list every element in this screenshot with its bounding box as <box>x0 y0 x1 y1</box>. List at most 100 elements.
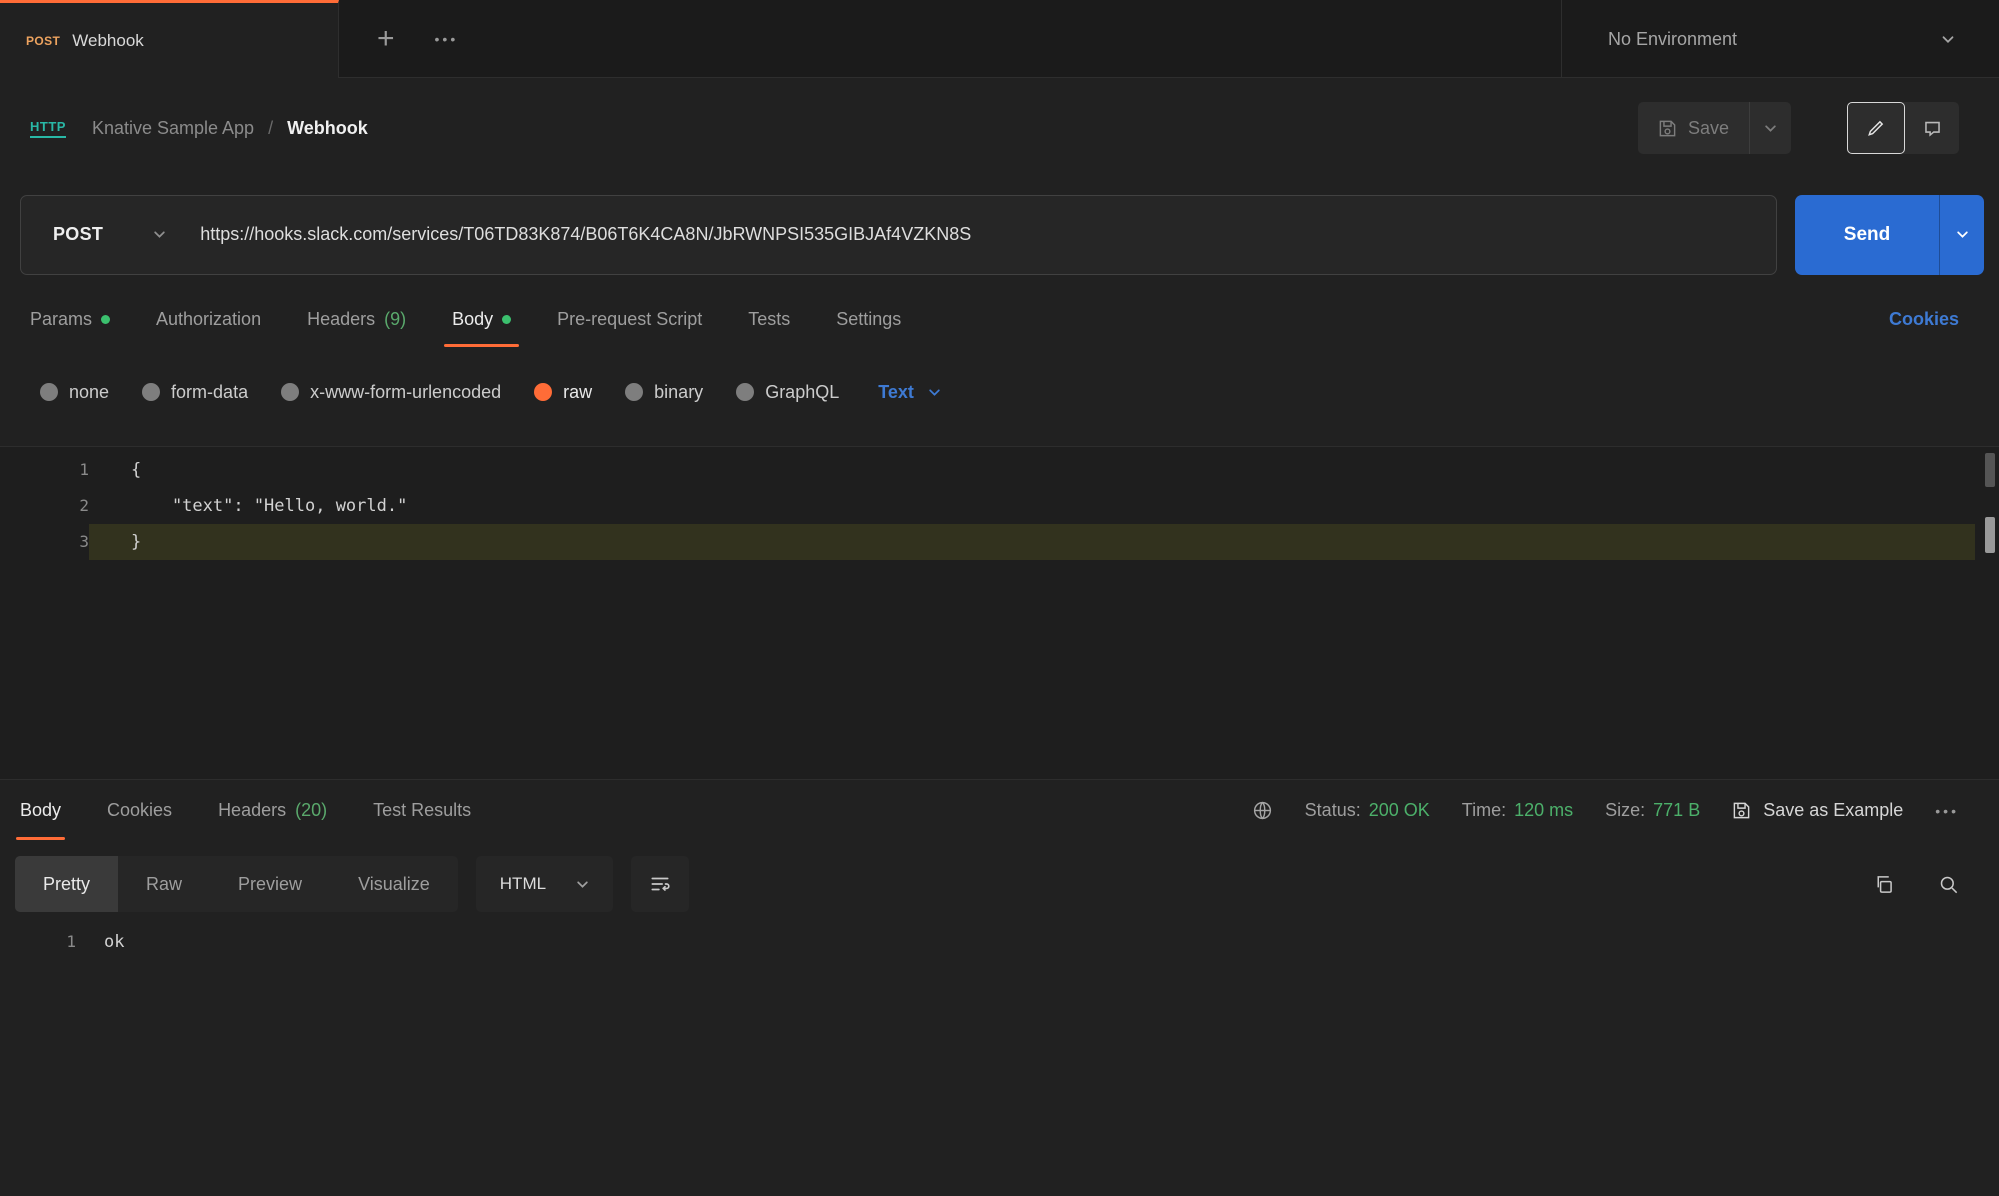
environment-selector[interactable]: No Environment <box>1561 0 1999 78</box>
open-request-tab[interactable]: POST Webhook <box>0 0 339 78</box>
body-type-selector-row: none form-data x-www-form-urlencoded raw… <box>0 360 1999 424</box>
scrollbar-marker <box>1985 453 1995 487</box>
edit-request-button[interactable] <box>1847 102 1905 154</box>
body-type-binary[interactable]: binary <box>625 382 703 403</box>
response-body-viewer[interactable]: 1 ok <box>0 922 1999 962</box>
params-modified-dot <box>101 315 110 324</box>
radio-urlencoded <box>281 383 299 401</box>
wrap-lines-button[interactable] <box>631 856 689 912</box>
response-tab-cookies[interactable]: Cookies <box>107 781 172 840</box>
save-button-group: Save <box>1638 102 1791 154</box>
tab-options-icon[interactable]: ••• <box>435 31 459 47</box>
body-type-raw[interactable]: raw <box>534 382 592 403</box>
tab-settings-label: Settings <box>836 309 901 330</box>
body-type-form-data[interactable]: form-data <box>142 382 248 403</box>
time-label: Time: <box>1462 800 1506 821</box>
method-selector[interactable]: POST <box>21 224 200 245</box>
breadcrumb-request-name[interactable]: Webhook <box>287 118 368 139</box>
save-icon <box>1658 119 1677 138</box>
view-preview[interactable]: Preview <box>210 856 330 912</box>
comments-button[interactable] <box>1905 102 1959 154</box>
copy-response-button[interactable] <box>1873 874 1894 895</box>
chevron-down-icon <box>1956 230 1969 239</box>
status-label: Status: <box>1305 800 1361 821</box>
editor-line-3-active: 3 } <box>0 524 1999 560</box>
raw-format-selector[interactable]: Text <box>878 382 941 403</box>
save-icon <box>1732 801 1751 820</box>
radio-binary <box>625 383 643 401</box>
request-section-tabs: Params Authorization Headers (9) Body Pr… <box>0 291 1999 347</box>
view-pretty-label: Pretty <box>43 874 90 895</box>
environment-label: No Environment <box>1608 29 1737 50</box>
save-dropdown-button[interactable] <box>1750 124 1791 133</box>
url-bar: POST <box>20 195 1777 275</box>
send-button-group: Send <box>1795 195 1984 275</box>
body-type-raw-label: raw <box>563 382 592 403</box>
chevron-down-icon <box>576 880 589 889</box>
scrollbar-thumb[interactable] <box>1985 517 1995 553</box>
tab-params-label: Params <box>30 309 92 330</box>
response-format-dropdown[interactable]: HTML <box>476 856 613 912</box>
tab-pre-request-label: Pre-request Script <box>557 309 702 330</box>
chevron-down-icon <box>1941 35 1955 44</box>
tab-pre-request-script[interactable]: Pre-request Script <box>557 291 702 347</box>
tab-settings[interactable]: Settings <box>836 291 901 347</box>
response-options-icon[interactable]: ••• <box>1935 803 1959 819</box>
response-line-1: 1 ok <box>0 922 1999 962</box>
tab-authorization-label: Authorization <box>156 309 261 330</box>
body-type-graphql[interactable]: GraphQL <box>736 382 839 403</box>
tab-authorization[interactable]: Authorization <box>156 291 261 347</box>
body-type-none-label: none <box>69 382 109 403</box>
line-number: 3 <box>0 524 89 560</box>
body-type-graphql-label: GraphQL <box>765 382 839 403</box>
line-content: ok <box>76 922 124 962</box>
tab-actions: + ••• <box>339 0 496 78</box>
send-button[interactable]: Send <box>1795 195 1939 275</box>
cookies-link[interactable]: Cookies <box>1889 309 1959 330</box>
response-view-toolbar: Pretty Raw Preview Visualize HTML <box>0 854 1999 914</box>
save-button-label: Save <box>1688 118 1729 139</box>
tab-params[interactable]: Params <box>30 291 110 347</box>
response-tab-cookies-label: Cookies <box>107 800 172 821</box>
response-tabs: Body Cookies Headers (20) Test Results <box>20 781 471 840</box>
editor-line-2: 2 "text": "Hello, world." <box>0 488 1999 524</box>
view-pretty[interactable]: Pretty <box>15 856 118 912</box>
editor-line-1: 1 { <box>0 452 1999 488</box>
response-tab-test-results[interactable]: Test Results <box>373 781 471 840</box>
copy-icon <box>1873 874 1894 895</box>
search-response-button[interactable] <box>1938 874 1959 895</box>
response-headers-count: (20) <box>295 800 327 821</box>
response-tab-body[interactable]: Body <box>20 781 61 840</box>
tab-body[interactable]: Body <box>452 291 511 347</box>
tab-headers[interactable]: Headers (9) <box>307 291 406 347</box>
request-body-editor[interactable]: 1 { 2 "text": "Hello, world." 3 } <box>0 446 1999 780</box>
breadcrumb-workspace[interactable]: Knative Sample App <box>92 118 254 139</box>
tab-title: Webhook <box>72 31 144 51</box>
save-as-example-button[interactable]: Save as Example <box>1732 800 1903 821</box>
request-url-row: POST Send <box>0 178 1999 291</box>
url-input[interactable] <box>200 224 1776 245</box>
save-button[interactable]: Save <box>1638 118 1749 139</box>
send-dropdown-button[interactable] <box>1940 195 1984 275</box>
network-globe-icon[interactable] <box>1252 800 1273 821</box>
view-visualize-label: Visualize <box>358 874 430 895</box>
response-tab-headers[interactable]: Headers (20) <box>218 781 327 840</box>
request-header: HTTP Knative Sample App / Webhook Save <box>0 78 1999 178</box>
editor-lines: 1 { 2 "text": "Hello, world." 3 } <box>0 447 1999 560</box>
tab-tests[interactable]: Tests <box>748 291 790 347</box>
body-type-urlencoded[interactable]: x-www-form-urlencoded <box>281 382 501 403</box>
new-tab-icon[interactable]: + <box>377 24 395 54</box>
view-visualize[interactable]: Visualize <box>330 856 458 912</box>
response-meta: Status: 200 OK Time: 120 ms Size: 771 B … <box>1252 800 1959 821</box>
line-content: "text": "Hello, world." <box>89 488 1975 524</box>
editor-scrollbar[interactable] <box>1983 447 1995 779</box>
view-raw[interactable]: Raw <box>118 856 210 912</box>
response-tab-test-results-label: Test Results <box>373 800 471 821</box>
body-type-none[interactable]: none <box>40 382 109 403</box>
header-actions: Save <box>1638 102 1959 154</box>
response-status: Status: 200 OK <box>1305 800 1430 821</box>
request-tab-bar: POST Webhook + ••• No Environment <box>0 0 1999 78</box>
radio-raw-selected <box>534 383 552 401</box>
response-view-segmented-control: Pretty Raw Preview Visualize <box>15 856 458 912</box>
view-preview-label: Preview <box>238 874 302 895</box>
